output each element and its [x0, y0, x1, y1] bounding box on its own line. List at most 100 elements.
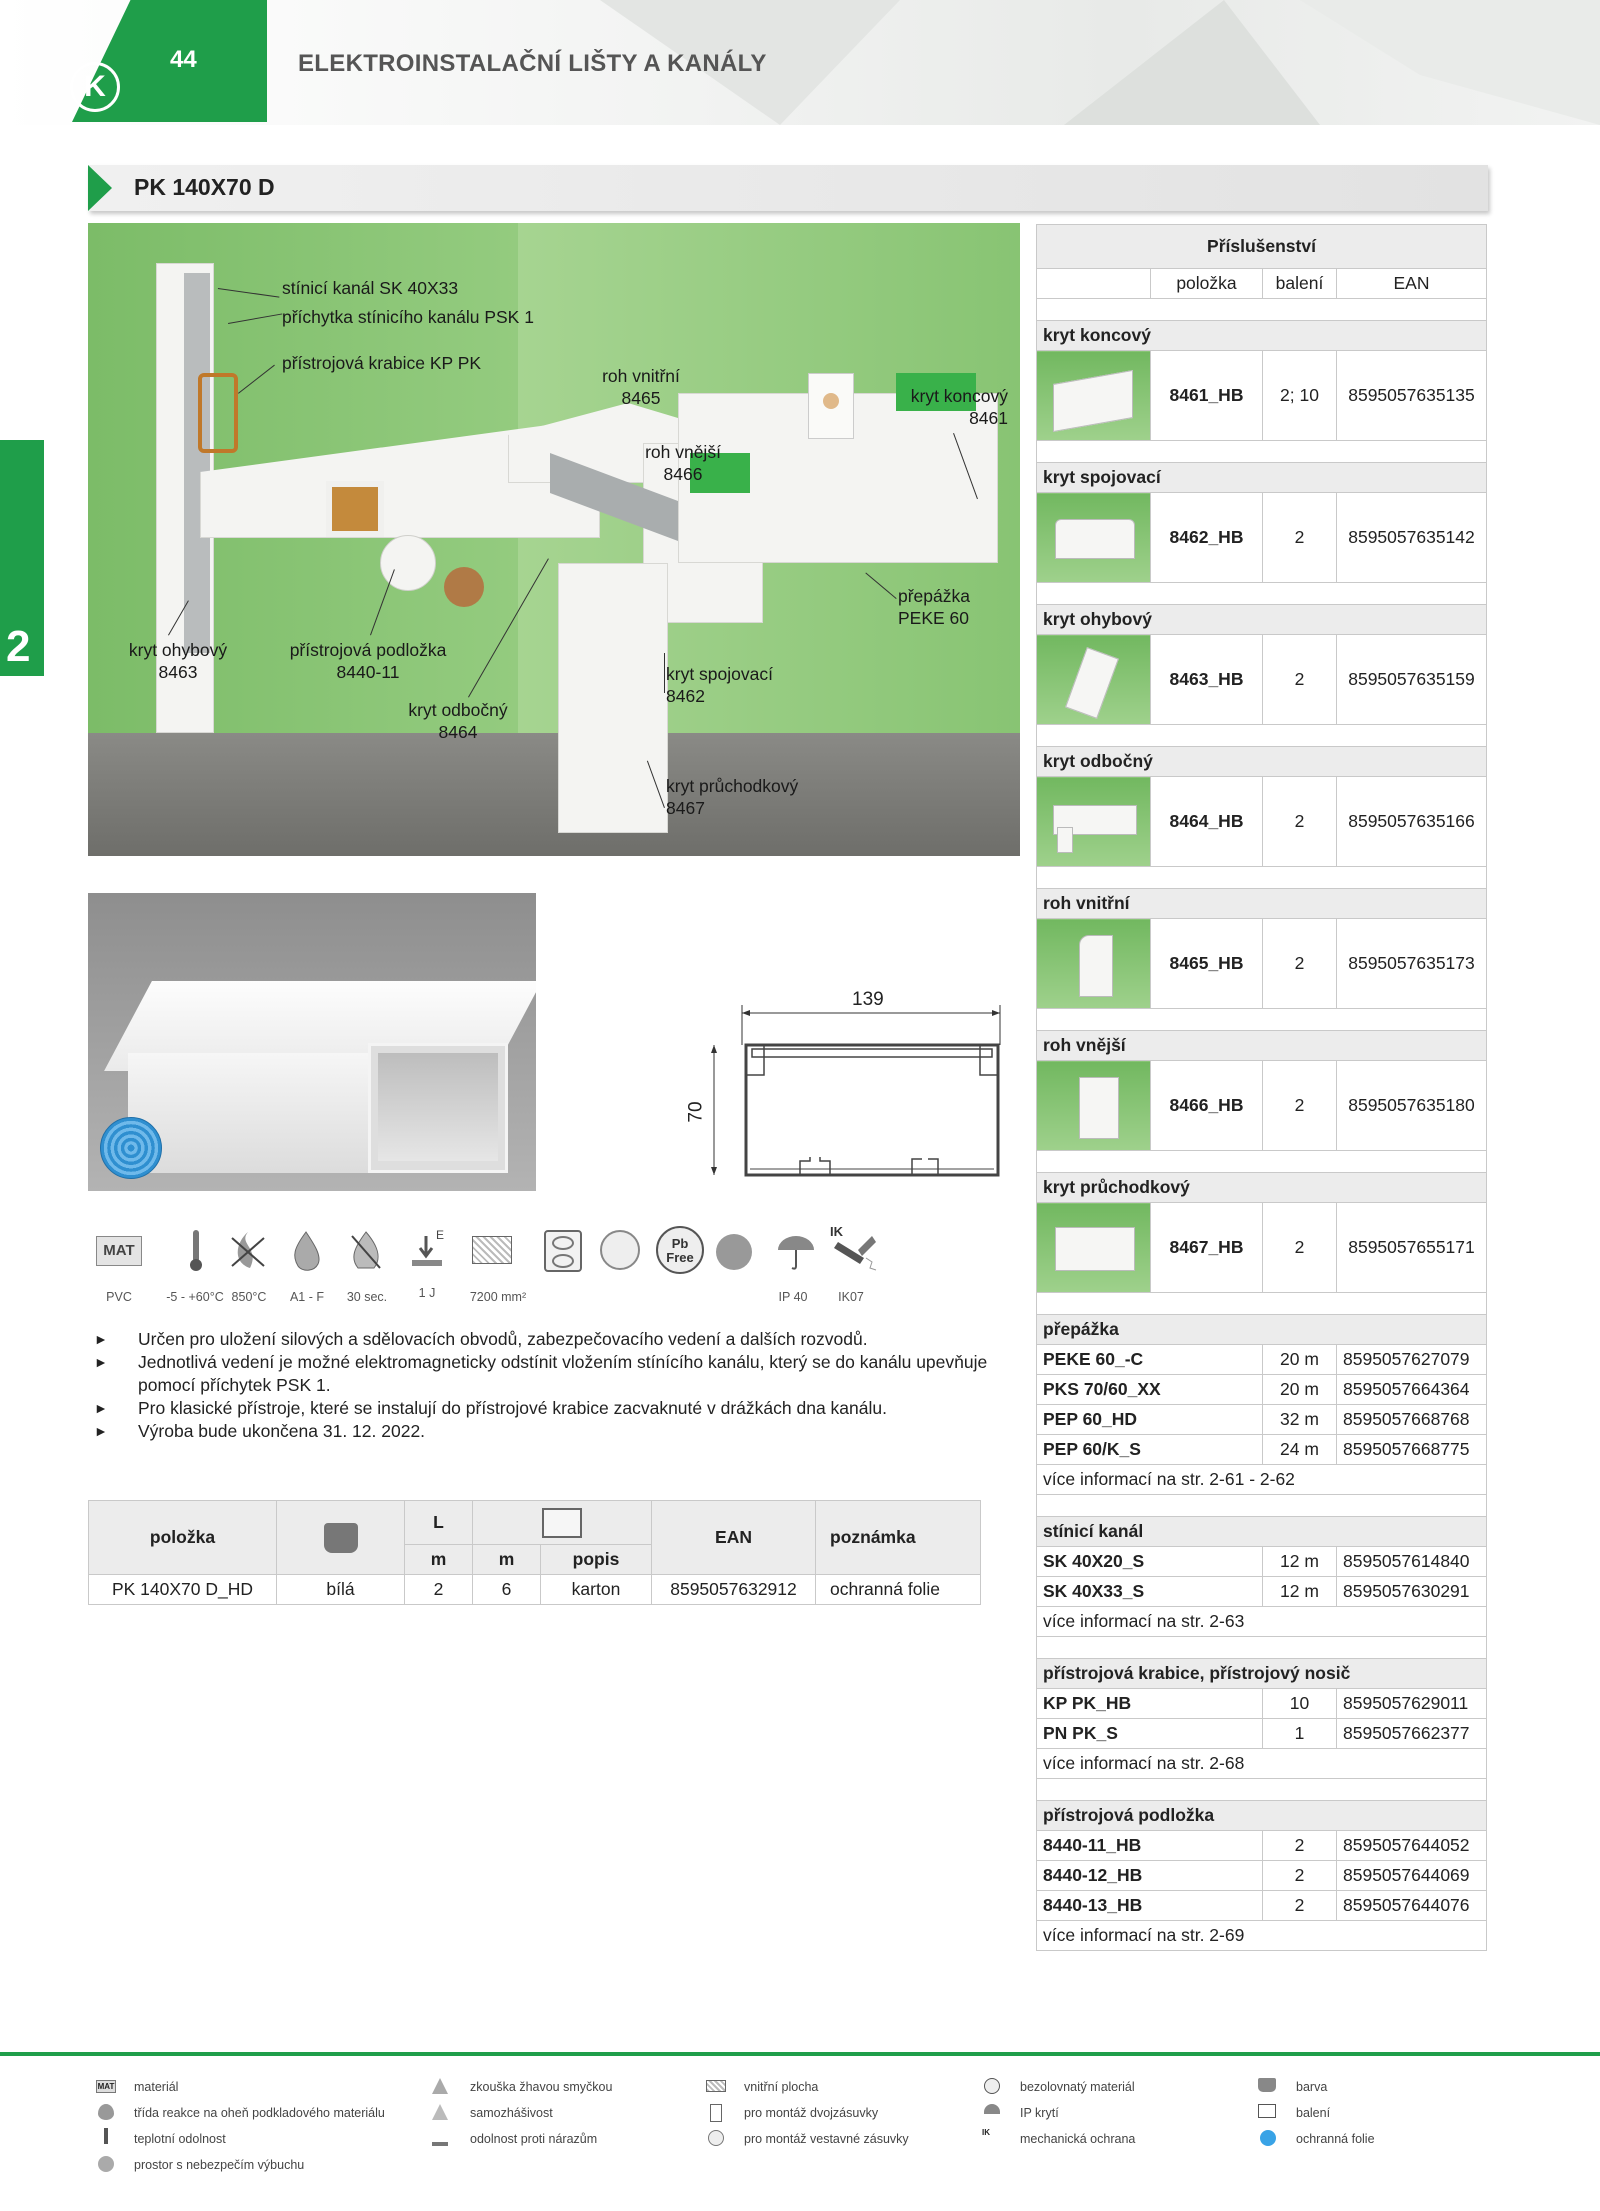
device-box — [198, 373, 238, 453]
explosion-icon — [98, 2156, 114, 2172]
table-row: 8461_HB 2; 10 8595057635135 — [1036, 350, 1487, 441]
legend-text: pro montáž dvojzásuvky — [744, 2106, 879, 2120]
flame-drop-icon — [284, 1228, 324, 1271]
duct-interior — [378, 1053, 498, 1161]
section-roh-vnitrni: roh vnitřní — [1036, 888, 1487, 919]
feature-item: ► Výroba bude ukončena 31. 12. 2022. — [94, 1421, 426, 1441]
more-info-link[interactable]: více informací na str. 2-68 — [1036, 1748, 1487, 1779]
table-row: 8440-11_HB 2 8595057644052 — [1036, 1830, 1487, 1861]
spacer — [1036, 1008, 1487, 1031]
label-kryt-ohybovy: kryt ohybový 8463 — [128, 640, 228, 682]
col-header-ean: EAN — [651, 1500, 816, 1575]
ik-hammer-icon: IK — [828, 1224, 877, 1271]
acc-baleni: 12 m — [1262, 1576, 1337, 1607]
acc-ean: 8595057614840 — [1336, 1546, 1487, 1577]
more-info-link[interactable]: více informací na str. 2-63 — [1036, 1606, 1487, 1637]
explosion-icon — [716, 1234, 752, 1270]
acc-code: 8464_HB — [1150, 776, 1263, 867]
acc-baleni: 2 — [1262, 1202, 1337, 1293]
acc-baleni: 2 — [1262, 492, 1337, 583]
glow-wire-icon — [432, 2078, 448, 2094]
more-info-link[interactable]: více informací na str. 2-61 - 2-62 — [1036, 1464, 1487, 1495]
spacer — [1036, 1150, 1487, 1173]
dimension-width: 139 — [852, 989, 884, 1010]
acc-code: PKS 70/60_XX — [1036, 1374, 1263, 1405]
label-kryt-pruchodkovy: kryt průchodkový 8467 — [666, 776, 799, 818]
header-decoration — [1300, 0, 1600, 125]
acc-code: 8462_HB — [1150, 492, 1263, 583]
section-prepazka: přepážka — [1036, 1314, 1487, 1345]
section-kryt-spojovaci: kryt spojovací — [1036, 462, 1487, 493]
acc-ean: 8595057664364 — [1336, 1374, 1487, 1405]
icon-caption: 7200 mm² — [469, 1290, 527, 1304]
legend-text: odolnost proti nárazům — [470, 2132, 598, 2146]
table-row: PEP 60_HD 32 m 8595057668768 — [1036, 1404, 1487, 1435]
box-icon — [542, 1507, 582, 1538]
feature-list: ► Určen pro uložení silových a sdělovacíc… — [94, 1328, 994, 1443]
legend-text: pro montáž vestavné zásuvky — [744, 2132, 909, 2146]
outer-corner-image — [1049, 1071, 1139, 1141]
section-kryt-koncovy: kryt koncový — [1036, 320, 1487, 351]
section-roh-vnejsi: roh vnější — [1036, 1030, 1487, 1061]
installation-illustration: stínicí kanál SK 40X33 příchytka stínicí… — [88, 223, 1020, 856]
passthrough-cover-image — [1049, 1213, 1139, 1283]
double-socket-icon — [544, 1230, 582, 1272]
legend-text: samozhášivost — [470, 2106, 553, 2120]
mat-icon: MAT — [96, 1236, 142, 1266]
acc-baleni: 10 — [1262, 1688, 1337, 1719]
paint-bucket-icon — [1258, 2078, 1276, 2092]
table-row: SK 40X33_S 12 m 8595057630291 — [1036, 1576, 1487, 1607]
label-prepazka: přepážka PEKE 60 — [898, 586, 970, 628]
col-header-l: L — [404, 1500, 473, 1545]
label-roh-vnitrni: roh vnitřní 8465 — [602, 366, 680, 408]
acc-code: 8461_HB — [1150, 350, 1263, 441]
feature-item: ► Jednotlivá vedení je možné elektromagne… — [94, 1352, 988, 1395]
floor — [88, 733, 1020, 856]
chapter-number: 2 — [6, 622, 31, 671]
inner-corner-image — [1049, 929, 1139, 999]
cross-section-svg — [711, 1005, 1001, 1177]
acc-ean: 8595057644069 — [1336, 1860, 1487, 1891]
acc-ean: 8595057629011 — [1336, 1688, 1487, 1719]
acc-code: PEKE 60_-C — [1036, 1344, 1263, 1375]
glow-wire-icon — [226, 1228, 266, 1268]
legend-text: materiál — [134, 2080, 179, 2094]
acc-ean: 8595057635142 — [1336, 492, 1487, 583]
cell-poznamka: ochranná folie — [815, 1574, 981, 1605]
product-image — [1036, 776, 1151, 867]
table-row: 8440-13_HB 2 8595057644076 — [1036, 1890, 1487, 1921]
legend-text: IP krytí — [1020, 2106, 1059, 2120]
section-pristrojova-podlozka: přístrojová podložka — [1036, 1800, 1487, 1831]
acc-header-ean: EAN — [1336, 268, 1487, 299]
label-pristrojova-podlozka: přístrojová podložka 8440-11 — [289, 640, 447, 682]
impact-icon — [432, 2130, 448, 2146]
double-socket-icon — [710, 2104, 722, 2122]
legend-divider — [0, 2052, 1600, 2056]
built-in-socket-icon — [708, 2130, 724, 2146]
section-kryt-pruchodkovy: kryt průchodkový — [1036, 1172, 1487, 1203]
header-decoration — [1064, 0, 1320, 125]
legend-text: bezolovnatý materiál — [1020, 2080, 1135, 2094]
label-kryt-odbocny: kryt odbočný 8464 — [408, 700, 508, 742]
acc-ean: 8595057635135 — [1336, 350, 1487, 441]
spacer — [1036, 724, 1487, 747]
acc-baleni: 2 — [1262, 918, 1337, 1009]
legend-text: vnitřní plocha — [744, 2080, 819, 2094]
more-info-link[interactable]: více informací na str. 2-69 — [1036, 1920, 1487, 1951]
inner-area-icon — [706, 2080, 726, 2092]
legend-text: teplotní odolnost — [134, 2132, 226, 2146]
ip-umbrella-icon — [984, 2104, 1000, 2114]
spacer — [1036, 1778, 1487, 1801]
cell-l: 2 — [404, 1574, 473, 1605]
feature-item: ► Pro klasické přístroje, které se instal… — [94, 1398, 887, 1418]
label-kryt-koncovy: kryt koncový 8461 — [910, 386, 1008, 428]
acc-code: 8440-13_HB — [1036, 1890, 1263, 1921]
flame-drop-icon — [98, 2104, 114, 2120]
legend-text: mechanická ochrana — [1020, 2132, 1136, 2146]
impact-icon: E — [406, 1228, 446, 1272]
pb-free-icon: Pb Free — [656, 1226, 704, 1274]
section-kryt-odbocny: kryt odbočný — [1036, 746, 1487, 777]
acc-baleni: 2 — [1262, 1060, 1337, 1151]
cell-barva: bílá — [276, 1574, 405, 1605]
cell-polozka: PK 140X70 D_HD — [88, 1574, 277, 1605]
